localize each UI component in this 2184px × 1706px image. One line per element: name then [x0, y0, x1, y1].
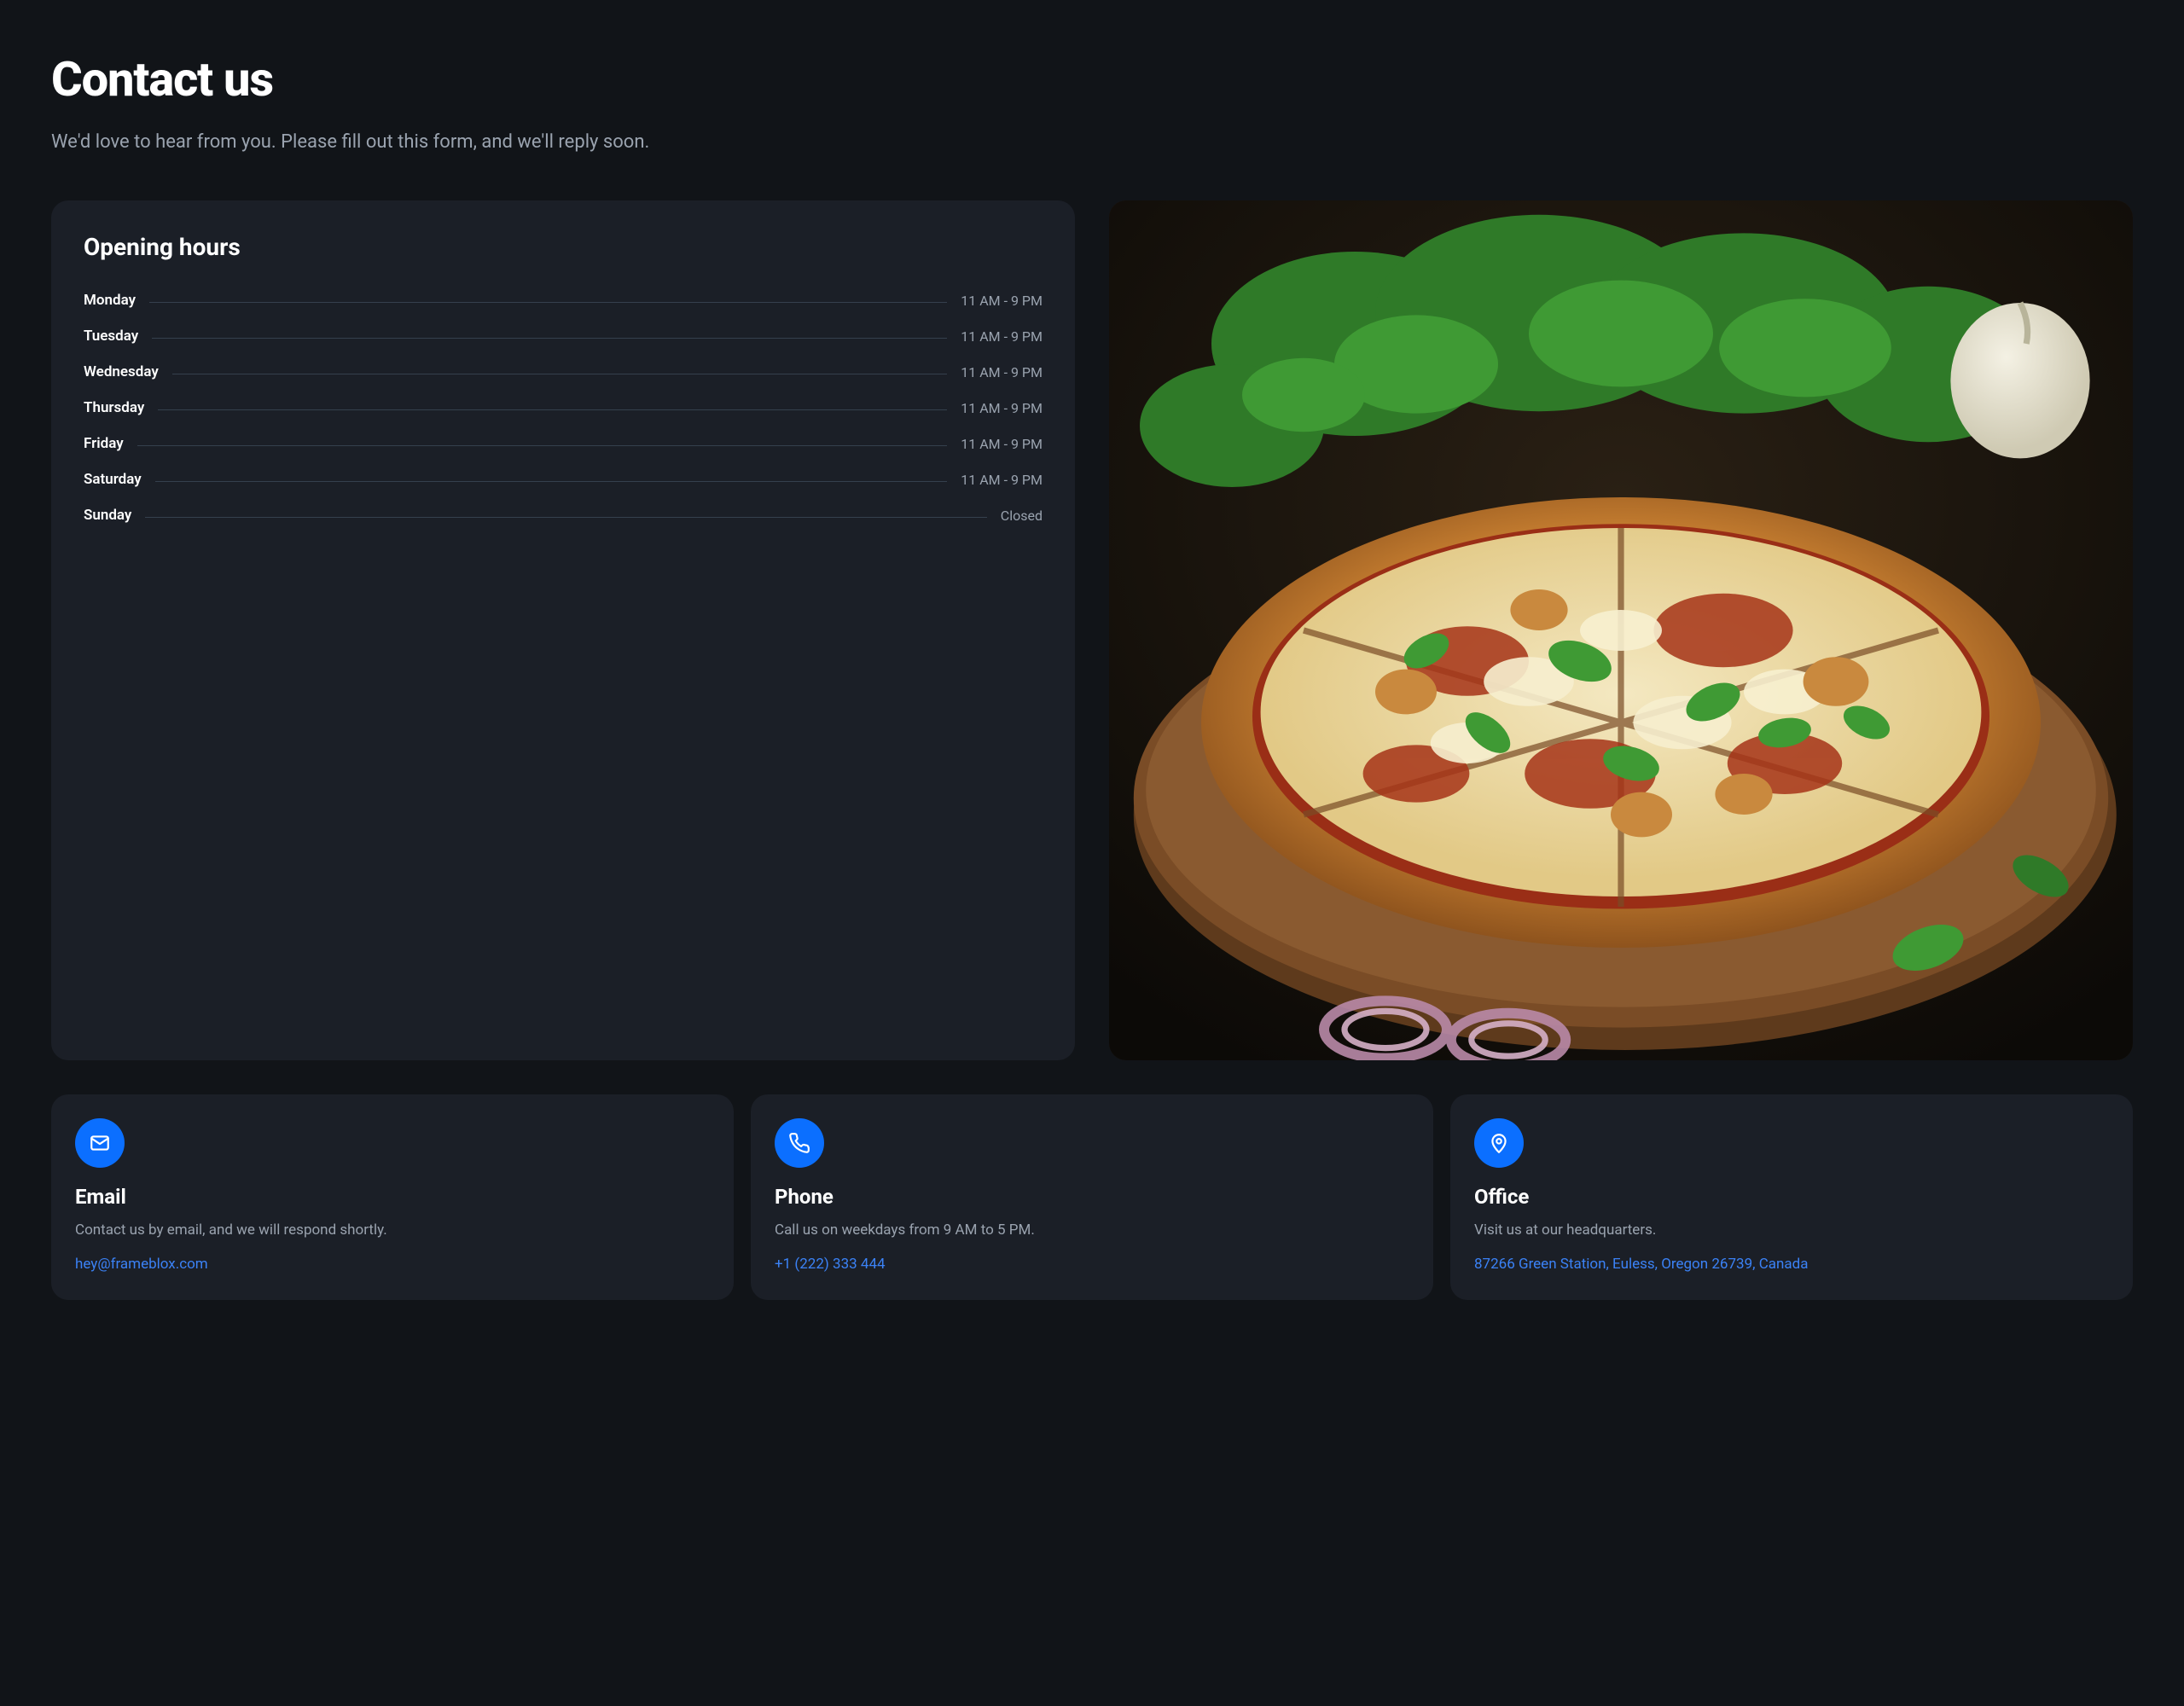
pin-icon	[1474, 1118, 1524, 1168]
hours-time: Closed	[1001, 508, 1043, 524]
contact-card-phone: Phone Call us on weekdays from 9 AM to 5 …	[751, 1094, 1433, 1300]
hours-day: Wednesday	[84, 363, 159, 380]
contact-card-link[interactable]: +1 (222) 333 444	[775, 1253, 886, 1275]
hero-image	[1109, 200, 2133, 1060]
hours-row: Wednesday 11 AM - 9 PM	[84, 363, 1043, 380]
contact-card-link[interactable]: 87266 Green Station, Euless, Oregon 2673…	[1474, 1253, 1808, 1275]
opening-hours-list: Monday11 AM - 9 PMTuesday11 AM - 9 PMWed…	[84, 292, 1043, 524]
phone-icon	[775, 1118, 824, 1168]
hours-row: Saturday 11 AM - 9 PM	[84, 471, 1043, 488]
hours-divider	[152, 338, 947, 339]
hours-day: Sunday	[84, 507, 131, 524]
contact-card-title: Email	[75, 1185, 710, 1209]
hours-row: Sunday Closed	[84, 507, 1043, 524]
contact-card-desc: Visit us at our headquarters.	[1474, 1219, 2109, 1241]
header: Contact us We'd love to hear from you. P…	[51, 51, 2133, 153]
contact-card-email: Email Contact us by email, and we will re…	[51, 1094, 734, 1300]
contact-cards-row: Email Contact us by email, and we will re…	[51, 1094, 2133, 1300]
mail-icon	[75, 1118, 125, 1168]
hours-day: Tuesday	[84, 328, 138, 345]
hours-day: Thursday	[84, 399, 144, 416]
hours-divider	[145, 517, 986, 518]
hours-divider	[137, 445, 948, 446]
contact-card-desc: Call us on weekdays from 9 AM to 5 PM.	[775, 1219, 1409, 1241]
hours-time: 11 AM - 9 PM	[961, 436, 1043, 452]
page-subtitle: We'd love to hear from you. Please fill …	[51, 131, 2133, 153]
hours-divider	[155, 481, 948, 482]
hours-day: Monday	[84, 292, 136, 309]
page-title: Contact us	[51, 51, 2133, 107]
opening-hours-card: Opening hours Monday 11 AM - 9 PM Tuesday 1…	[51, 200, 1075, 1060]
contact-card-title: Office	[1474, 1185, 2109, 1209]
hours-row: Monday 11 AM - 9 PM	[84, 292, 1043, 309]
contact-card-title: Phone	[775, 1185, 1409, 1209]
hours-time: 11 AM - 9 PM	[961, 293, 1043, 309]
hours-time: 11 AM - 9 PM	[961, 328, 1043, 345]
contact-card-link[interactable]: hey@frameblox.com	[75, 1253, 208, 1275]
hours-time: 11 AM - 9 PM	[961, 472, 1043, 488]
hours-row: Tuesday 11 AM - 9 PM	[84, 328, 1043, 345]
contact-card-office: Office Visit us at our headquarters. 87266…	[1450, 1094, 2133, 1300]
opening-hours-title: Opening hours	[84, 233, 1043, 261]
hours-time: 11 AM - 9 PM	[961, 364, 1043, 380]
hours-row: Friday 11 AM - 9 PM	[84, 435, 1043, 452]
hours-divider	[158, 409, 947, 410]
hours-divider	[149, 302, 947, 303]
hours-day: Friday	[84, 435, 124, 452]
hours-time: 11 AM - 9 PM	[961, 400, 1043, 416]
hours-row: Thursday 11 AM - 9 PM	[84, 399, 1043, 416]
hours-day: Saturday	[84, 471, 142, 488]
top-section: Opening hours Monday 11 AM - 9 PM Tuesday 1…	[51, 200, 2133, 1060]
contact-card-desc: Contact us by email, and we will respond…	[75, 1219, 710, 1241]
